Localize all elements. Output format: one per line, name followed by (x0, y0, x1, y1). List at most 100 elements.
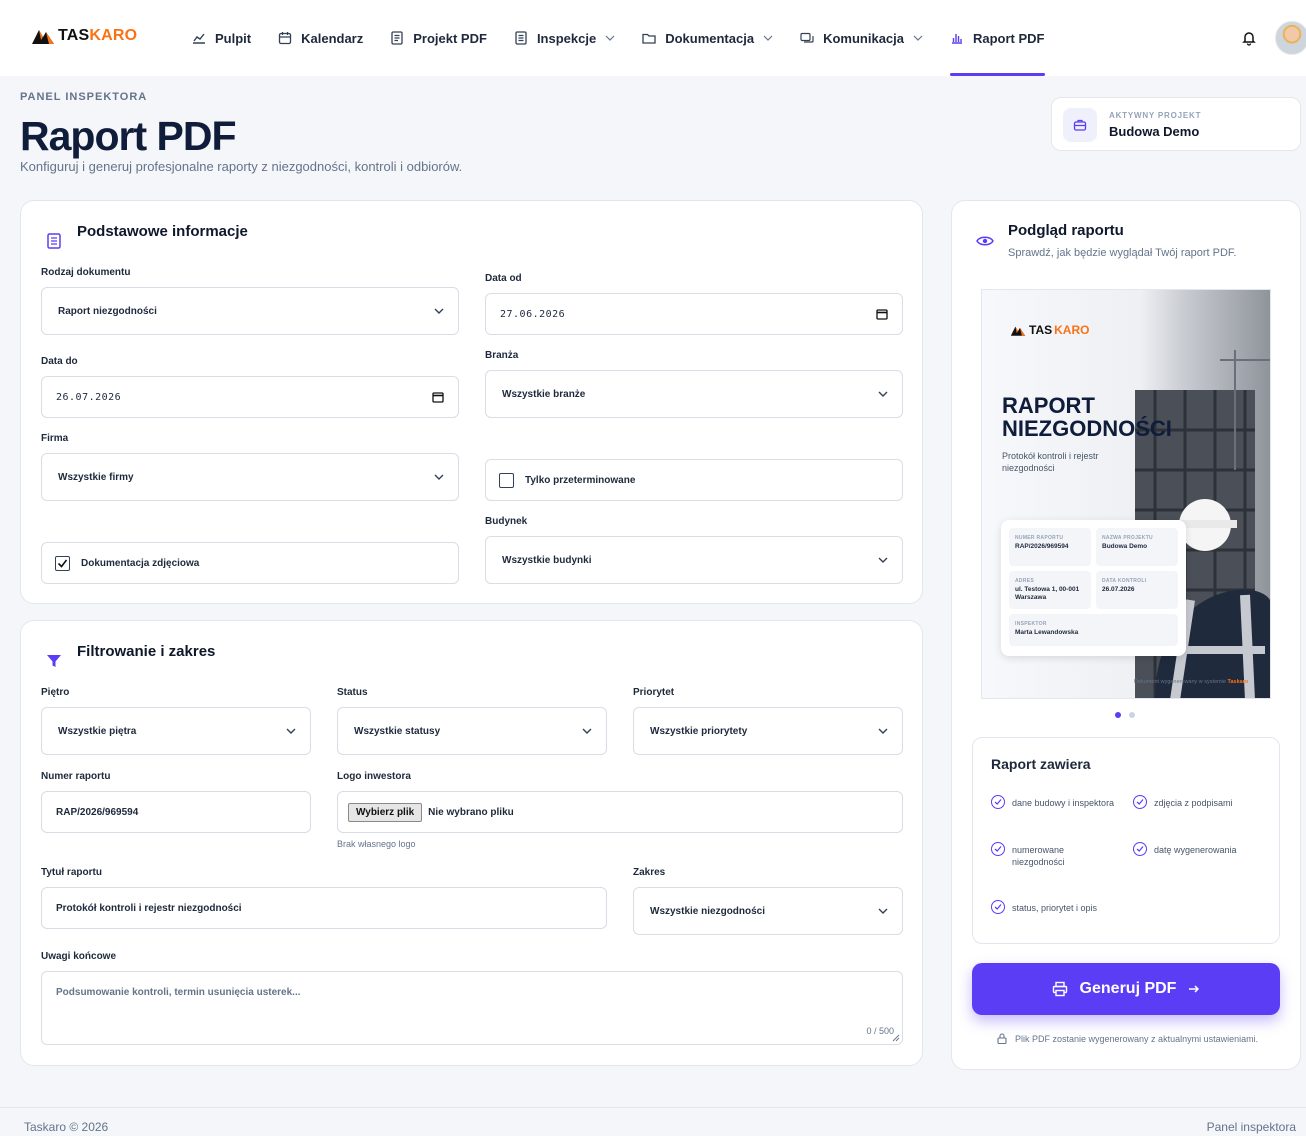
choose-file-button[interactable]: Wybierz plik (348, 802, 423, 822)
priority-select[interactable]: Wszystkie priorytety (633, 707, 903, 755)
investor-logo-input[interactable]: Wybierz plik Nie wybrano pliku (337, 791, 903, 833)
building-value: Wszystkie budynki (502, 554, 592, 566)
nav-label: Inspekcje (536, 30, 597, 46)
notes-textarea[interactable]: Podsumowanie kontroli, termin usunięcia … (41, 971, 903, 1045)
scope-select[interactable]: Wszystkie niezgodności (633, 887, 903, 935)
priority-label: Priorytet (633, 687, 675, 698)
preview-subtitle: Sprawdź, jak będzie wyglądał Twój raport… (1008, 247, 1237, 259)
lock-icon (997, 1033, 1007, 1044)
check-circle-icon (991, 842, 1005, 856)
chevron-down-icon (878, 391, 888, 397)
building-select[interactable]: Wszystkie budynki (485, 536, 903, 584)
nav-label: Kalendarz (301, 30, 364, 46)
document-icon (391, 31, 403, 45)
project-icon-wrap (1063, 108, 1097, 142)
generate-pdf-button[interactable]: Generuj PDF (972, 963, 1280, 1015)
chevron-down-icon (582, 728, 592, 734)
check-circle-icon (1133, 842, 1147, 856)
generate-note: Plik PDF zostanie wygenerowany z aktualn… (997, 1033, 1258, 1044)
date-from-input[interactable]: 27.06.2026 (485, 293, 903, 335)
contains-item: numerowane niezgodności (991, 842, 1101, 868)
check-circle-icon (991, 795, 1005, 809)
chevron-down-icon (878, 728, 888, 734)
nav-item-inspekcje[interactable]: Inspekcje (514, 0, 615, 76)
report-number-value: RAP/2026/969594 (56, 806, 139, 818)
calendar-icon (278, 32, 292, 45)
floor-select[interactable]: Wszystkie piętra (41, 707, 311, 755)
project-label: AKTYWNY PROJEKT (1109, 111, 1202, 120)
nav-item-projekt-pdf[interactable]: Projekt PDF (390, 0, 487, 76)
check-circle-icon (991, 900, 1005, 914)
nav-item-pulpit[interactable]: Pulpit (192, 0, 251, 76)
page-eyebrow: PANEL INSPEKTORA (20, 91, 148, 103)
photo-checkbox[interactable] (55, 555, 70, 571)
nav-item-kalendarz[interactable]: Kalendarz (278, 0, 363, 76)
priority-value: Wszystkie priorytety (650, 725, 748, 737)
nav-item-komunikacja[interactable]: Komunikacja (800, 0, 923, 76)
status-label: Status (337, 687, 368, 698)
filter-title: Filtrowanie i zakres (77, 643, 216, 660)
report-contains-box: Raport zawiera dane budowy i inspektora … (972, 737, 1280, 944)
basic-info-card: Podstawowe informacje Rodzaj dokumentu R… (20, 200, 923, 604)
page-footer: Taskaro © 2026 Panel inspektora (0, 1107, 1306, 1136)
briefcase-icon (1073, 119, 1087, 131)
overdue-checkbox[interactable] (499, 472, 514, 488)
active-project-card[interactable]: AKTYWNY PROJEKT Budowa Demo (1051, 97, 1301, 151)
user-avatar[interactable] (1275, 21, 1306, 55)
check-icon (57, 559, 68, 568)
chat-icon (800, 32, 814, 43)
chevron-down-icon (763, 35, 773, 41)
preview-cell-project: NAZWA PROJEKTU Budowa Demo (1096, 528, 1178, 566)
chevron-down-icon (605, 35, 615, 41)
contains-title: Raport zawiera (991, 756, 1091, 772)
preview-document[interactable]: TAS KARO RAPORT NIEZGODNOŚCI Protokół kon… (981, 289, 1271, 699)
company-select[interactable]: Wszystkie firmy (41, 453, 459, 501)
report-number-input[interactable]: RAP/2026/969594 (41, 791, 311, 833)
notes-counter: 0 / 500 (866, 1026, 894, 1036)
report-title-value: Protokół kontroli i rejestr niezgodności (56, 902, 242, 914)
clipboard-icon (47, 233, 61, 249)
calendar-icon[interactable] (432, 391, 444, 403)
nav-item-dokumentacja[interactable]: Dokumentacja (642, 0, 773, 76)
status-select[interactable]: Wszystkie statusy (337, 707, 607, 755)
carousel-dot-1[interactable] (1115, 712, 1121, 718)
chevron-down-icon (913, 35, 923, 41)
chevron-down-icon (878, 557, 888, 563)
doc-type-select[interactable]: Raport niezgodności (41, 287, 459, 335)
report-number-label: Numer raportu (41, 771, 111, 782)
trade-select[interactable]: Wszystkie branże (485, 370, 903, 418)
carousel-dot-2[interactable] (1129, 712, 1135, 718)
list-icon (515, 31, 527, 45)
photo-label: Dokumentacja zdjęciowa (81, 557, 200, 569)
report-title-input[interactable]: Protokół kontroli i rejestr niezgodności (41, 887, 607, 929)
nav-item-raport-pdf[interactable]: Raport PDF (950, 0, 1045, 76)
logo-hint: Brak własnego logo (337, 839, 416, 849)
date-to-value: 26.07.2026 (56, 391, 122, 403)
preview-heading: RAPORT NIEZGODNOŚCI (1002, 393, 1172, 441)
nav-label: Pulpit (215, 30, 252, 46)
date-to-input[interactable]: 26.07.2026 (41, 376, 459, 418)
page-title: Raport PDF (20, 113, 236, 159)
scope-value: Wszystkie niezgodności (650, 905, 766, 917)
taskaro-logo[interactable]: TASKARO (30, 26, 137, 46)
basic-info-title: Podstawowe informacje (77, 223, 248, 240)
photo-checkbox-field[interactable]: Dokumentacja zdjęciowa (41, 542, 459, 584)
preview-logo: TAS KARO (1009, 323, 1089, 337)
bell-icon[interactable] (1241, 30, 1257, 46)
notes-placeholder: Podsumowanie kontroli, termin usunięcia … (56, 987, 301, 998)
resize-handle-icon[interactable] (892, 1034, 900, 1042)
contains-item: status, priorytet i opis (991, 900, 1141, 914)
preview-cell-inspector: INSPEKTOR Marta Lewandowska (1009, 614, 1178, 646)
company-value: Wszystkie firmy (58, 471, 134, 483)
logo-mark-icon (1010, 326, 1026, 336)
building-label: Budynek (485, 516, 528, 527)
calendar-icon[interactable] (876, 308, 888, 320)
bar-chart-icon (952, 34, 962, 44)
no-file-text: Nie wybrano pliku (428, 806, 514, 818)
preview-card: Podgląd raportu Sprawdź, jak będzie wygl… (951, 200, 1301, 1070)
notes-label: Uwagi końcowe (41, 951, 117, 962)
nav-label: Raport PDF (973, 30, 1045, 46)
preview-cell-date: DATA KONTROLI 26.07.2026 (1096, 571, 1178, 609)
overdue-checkbox-field[interactable]: Tylko przeterminowane (485, 459, 903, 501)
footer-copyright: Taskaro © 2026 (24, 1120, 109, 1134)
